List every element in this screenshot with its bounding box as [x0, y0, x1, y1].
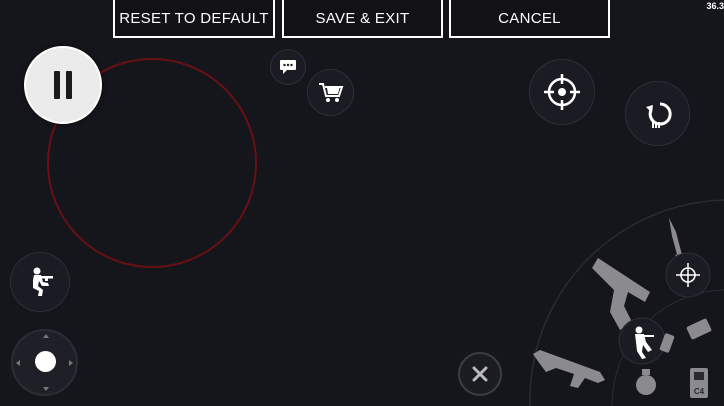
joystick-knob[interactable] [35, 351, 56, 372]
grenade-icon[interactable] [636, 369, 656, 395]
arrow-down-icon [43, 387, 49, 391]
game-screen: RESET TO DEFAULT SAVE & EXIT CANCEL 36.3 [0, 0, 724, 406]
arrow-right-icon [69, 360, 73, 366]
weapon-slot-soldier-icon[interactable] [618, 317, 666, 365]
save-and-exit-button[interactable]: SAVE & EXIT [282, 0, 443, 38]
reload-icon [645, 101, 672, 128]
chat-button[interactable] [270, 49, 306, 85]
c4-icon[interactable]: C4 [690, 368, 708, 398]
arrow-left-icon [16, 360, 20, 366]
rifle-icon[interactable] [533, 350, 605, 388]
arrow-up-icon [43, 334, 49, 338]
cancel-action-button[interactable] [458, 352, 502, 396]
crouch-button[interactable] [10, 252, 70, 312]
c4-label: C4 [694, 387, 705, 396]
crouching-soldier-icon [33, 267, 53, 296]
pause-button[interactable] [24, 46, 102, 124]
reset-to-default-button[interactable]: RESET TO DEFAULT [113, 0, 275, 38]
buy-menu-button[interactable] [307, 69, 354, 116]
weapon-slot-scope-icon[interactable] [665, 252, 711, 298]
cancel-button[interactable]: CANCEL [449, 0, 610, 38]
fps-counter: 36.3 [706, 1, 724, 11]
movement-joystick[interactable] [11, 329, 78, 396]
close-icon [472, 366, 488, 382]
smoke-grenade-icon[interactable] [686, 318, 712, 340]
reload-button[interactable] [625, 81, 690, 146]
scope-button[interactable] [529, 59, 595, 125]
pause-icon [54, 71, 60, 99]
chat-bubble-icon [280, 60, 296, 74]
shopping-cart-icon [318, 82, 343, 102]
crosshair-icon [544, 74, 580, 110]
